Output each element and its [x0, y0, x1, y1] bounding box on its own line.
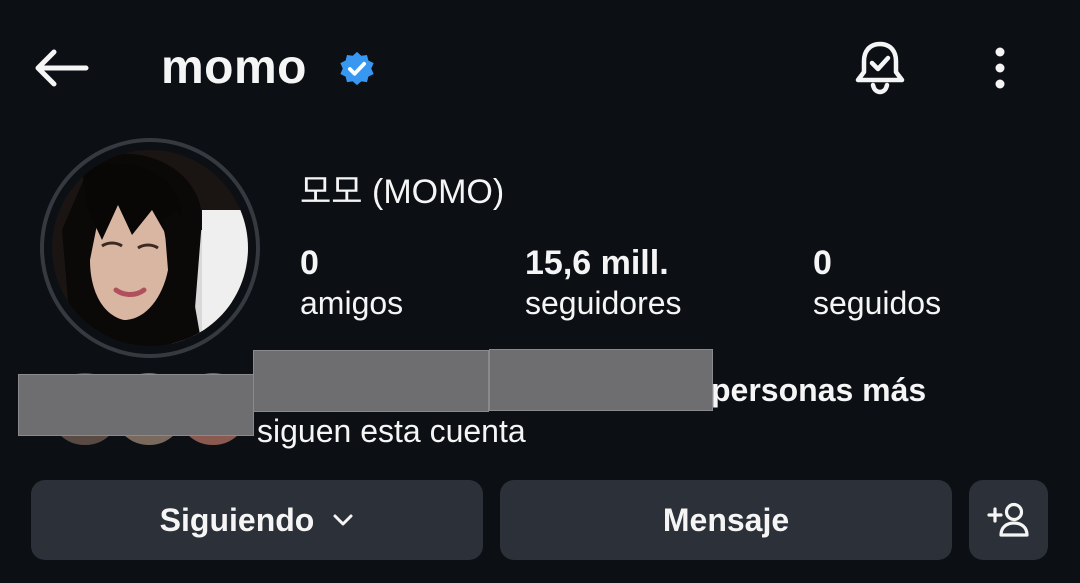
stat-followers[interactable]: 15,6 mill. seguidores — [525, 243, 682, 323]
add-person-icon — [986, 502, 1029, 537]
profile-full-name: 모모 (MOMO) — [300, 173, 505, 211]
suggested-people-button[interactable] — [969, 480, 1048, 560]
redacted-block — [253, 350, 489, 412]
stat-value: 15,6 mill. — [525, 244, 669, 282]
following-button[interactable]: Siguiendo — [31, 480, 483, 560]
more-options-button[interactable] — [976, 36, 1024, 100]
stat-value: 0 — [813, 244, 832, 282]
chevron-down-icon — [332, 513, 354, 527]
stat-label: seguidores — [525, 285, 682, 321]
back-button[interactable] — [24, 36, 96, 100]
stat-following[interactable]: 0 seguidos — [813, 243, 941, 323]
verified-badge-icon — [338, 50, 376, 88]
mutual-followers-text[interactable]: personas más — [711, 368, 926, 412]
stat-label: seguidos — [813, 285, 942, 321]
stat-value: 0 — [300, 244, 319, 282]
stat-friends[interactable]: 0 amigos — [300, 243, 403, 323]
message-button-label: Mensaje — [662, 501, 790, 538]
redacted-block — [18, 374, 254, 436]
stat-label: amigos — [300, 285, 404, 321]
following-button-label: Siguiendo — [159, 501, 315, 538]
message-button[interactable]: Mensaje — [500, 480, 952, 560]
redacted-block — [489, 349, 713, 411]
avatar-image — [52, 150, 248, 346]
notification-bell-icon — [855, 41, 905, 95]
back-arrow-icon — [35, 49, 89, 87]
profile-avatar[interactable] — [40, 138, 260, 358]
notifications-button[interactable] — [846, 36, 914, 100]
profile-username: momo — [161, 41, 307, 94]
more-options-icon — [995, 47, 1005, 89]
mutual-followers-text-line2[interactable]: siguen esta cuenta — [257, 409, 526, 453]
